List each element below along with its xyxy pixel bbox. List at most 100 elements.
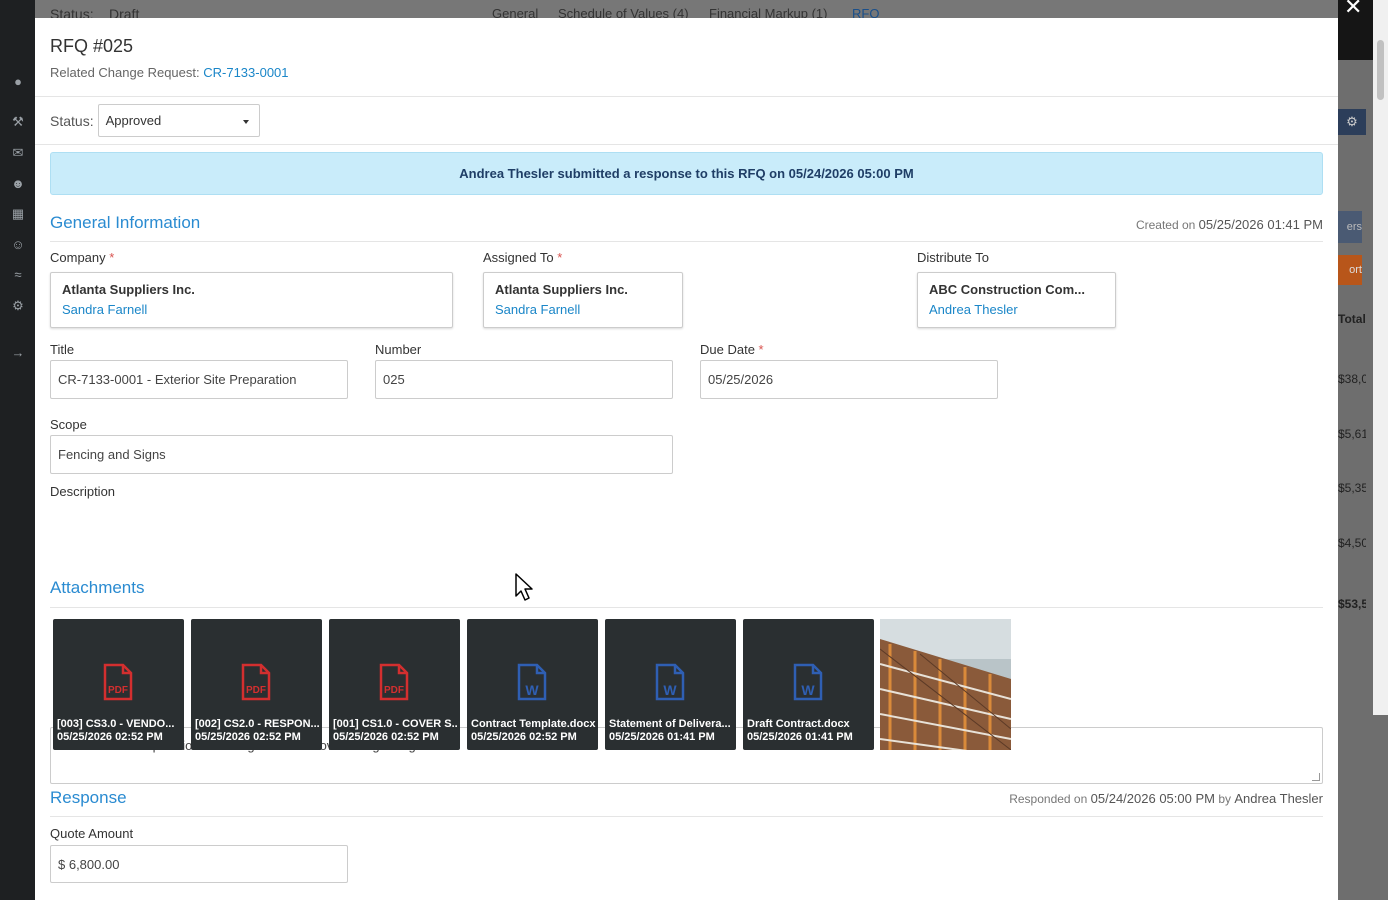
response-alert: Andrea Thesler submitted a response to t… xyxy=(50,152,1323,195)
modal-header: RFQ #025 Related Change Request: CR-7133… xyxy=(35,18,1338,97)
created-prefix: Created on xyxy=(1135,218,1196,232)
word-file-icon: W xyxy=(655,663,685,701)
quote-amount-input[interactable]: $ 6,800.00 xyxy=(50,845,348,883)
pdf-file-icon: PDF xyxy=(103,663,133,701)
created-value: 05/25/2026 01:41 PM xyxy=(1198,217,1323,232)
caret-down-icon xyxy=(242,120,249,124)
distribute-name: ABC Construction Com... xyxy=(929,282,1085,297)
close-modal-icon[interactable]: ✕ xyxy=(1344,0,1362,18)
word-file-icon: W xyxy=(517,663,547,701)
svg-text:PDF: PDF xyxy=(246,685,266,696)
word-file-icon: W xyxy=(793,663,823,701)
attachment-name: Statement of Delivera... xyxy=(609,718,731,730)
responded-prefix: Responded on xyxy=(1009,792,1088,806)
attachment-tile[interactable]: PDF [002] CS2.0 - RESPON... 05/25/2026 0… xyxy=(191,619,322,750)
due-date-label: Due Date * xyxy=(700,342,764,357)
assigned-to-label: Assigned To * xyxy=(483,250,563,265)
due-date-input[interactable]: 05/25/2026 xyxy=(700,360,998,399)
distribute-contact-link[interactable]: Andrea Thesler xyxy=(929,302,1104,317)
status-select[interactable]: Approved xyxy=(97,104,260,137)
status-label: Status: xyxy=(50,112,94,129)
number-input[interactable]: 025 xyxy=(375,360,673,399)
company-contact-link[interactable]: Sandra Farnell xyxy=(62,302,441,317)
description-label: Description xyxy=(50,484,116,499)
response-header: Response Responded on 05/24/2026 05:00 P… xyxy=(50,788,1323,817)
related-change-request: Related Change Request: CR-7133-0001 xyxy=(50,65,1323,80)
attachment-name: [003] CS3.0 - VENDO... xyxy=(57,718,175,730)
location-icon[interactable]: ● xyxy=(10,74,26,90)
attachment-tile[interactable]: PDF [003] CS3.0 - VENDO... 05/25/2026 02… xyxy=(53,619,184,750)
attachment-tile[interactable]: W Contract Template.docx 05/25/2026 02:5… xyxy=(467,619,598,750)
related-label: Related Change Request: xyxy=(50,65,200,80)
bg-cell: $5,35 xyxy=(1338,481,1366,495)
background-right-pane: ⚙ ers ort Total $38,0 $5,61 $5,35 $4,50 … xyxy=(1338,0,1388,900)
title-input[interactable]: CR-7133-0001 - Exterior Site Preparation xyxy=(50,360,348,399)
rfq-modal: RFQ #025 Related Change Request: CR-7133… xyxy=(35,18,1338,900)
attachments-header: Attachments xyxy=(50,578,1323,608)
attachment-tile[interactable]: W Statement of Delivera... 05/25/2026 01… xyxy=(605,619,736,750)
general-info-header: General Information Created on 05/25/202… xyxy=(50,213,1323,242)
number-label: Number xyxy=(375,342,422,357)
status-row: Status: Approved xyxy=(35,97,1338,145)
attachment-date: 05/25/2026 02:52 PM xyxy=(333,731,439,743)
svg-text:W: W xyxy=(525,682,539,698)
attachment-date: 05/25/2026 01:41 PM xyxy=(609,731,715,743)
attachment-date: 05/25/2026 02:52 PM xyxy=(57,731,163,743)
attachment-name: Contract Template.docx xyxy=(471,718,596,730)
calendar-icon[interactable]: ▦ xyxy=(10,206,26,222)
attachments-heading: Attachments xyxy=(50,578,145,597)
users-icon[interactable]: ☻ xyxy=(10,176,26,192)
attachment-tile[interactable]: W Draft Contract.docx 05/25/2026 01:41 P… xyxy=(743,619,874,750)
assigned-to-card[interactable]: Atlanta Suppliers Inc. Sandra Farnell xyxy=(483,272,683,328)
logout-icon[interactable]: → xyxy=(10,345,26,361)
company-card[interactable]: Atlanta Suppliers Inc. Sandra Farnell xyxy=(50,272,453,328)
svg-text:PDF: PDF xyxy=(108,685,128,696)
attachment-photo-thumbnail[interactable] xyxy=(880,619,1011,750)
attachment-date: 05/25/2026 02:52 PM xyxy=(471,731,577,743)
svg-text:W: W xyxy=(663,682,677,698)
attachment-date: 05/25/2026 02:52 PM xyxy=(195,731,301,743)
mouse-cursor-icon xyxy=(515,573,533,601)
bg-scrollbar-thumb[interactable] xyxy=(1377,40,1384,100)
resize-handle-icon[interactable] xyxy=(1312,773,1320,781)
bg-cell-total: $53,5 xyxy=(1338,597,1366,611)
attachment-name: [002] CS2.0 - RESPON... xyxy=(195,718,320,730)
by-prefix: by xyxy=(1218,792,1231,806)
bg-settings-icon[interactable]: ⚙ xyxy=(1338,109,1366,135)
attachment-tile[interactable]: PDF [001] CS1.0 - COVER S... 05/25/2026 … xyxy=(329,619,460,750)
assigned-name: Atlanta Suppliers Inc. xyxy=(495,282,628,297)
background-header: Status: Draft General Schedule of Values… xyxy=(35,0,1388,22)
hammer-icon[interactable]: ⚒ xyxy=(10,114,26,130)
pdf-file-icon: PDF xyxy=(241,663,271,701)
svg-text:W: W xyxy=(801,682,815,698)
chart-icon[interactable]: ≈ xyxy=(10,267,26,283)
bg-cell: $38,0 xyxy=(1338,372,1366,386)
bg-button-ers[interactable]: ers xyxy=(1338,211,1362,243)
distribute-to-label: Distribute To xyxy=(917,250,990,265)
attachment-name: Draft Contract.docx xyxy=(747,718,850,730)
construction-photo xyxy=(880,619,1011,750)
responded-on: Responded on 05/24/2026 05:00 PM by Andr… xyxy=(1009,791,1323,806)
assigned-contact-link[interactable]: Sandra Farnell xyxy=(495,302,671,317)
gear-icon[interactable]: ⚙ xyxy=(10,298,26,314)
pdf-file-icon: PDF xyxy=(379,663,409,701)
distribute-to-card[interactable]: ABC Construction Com... Andrea Thesler xyxy=(917,272,1116,328)
company-name: Atlanta Suppliers Inc. xyxy=(62,282,195,297)
quote-amount-label: Quote Amount xyxy=(50,826,134,841)
attachment-name: [001] CS1.0 - COVER S... xyxy=(333,718,458,730)
bg-cell: $5,61 xyxy=(1338,427,1366,441)
status-select-value: Approved xyxy=(105,113,162,128)
company-label: Company * xyxy=(50,250,115,265)
bg-scrollbar[interactable] xyxy=(1373,0,1388,715)
mail-icon[interactable]: ✉ xyxy=(10,145,26,161)
bg-cell: $4,50 xyxy=(1338,536,1366,550)
responded-by: Andrea Thesler xyxy=(1234,791,1323,806)
contacts-icon[interactable]: ☺ xyxy=(10,237,26,253)
background-sidebar: ● ⚒ ✉ ☻ ▦ ☺ ≈ ⚙ → xyxy=(0,0,35,900)
bg-button-export[interactable]: ort xyxy=(1338,255,1362,285)
scope-input[interactable]: Fencing and Signs xyxy=(50,435,673,474)
related-change-request-link[interactable]: CR-7133-0001 xyxy=(203,65,288,80)
responded-value: 05/24/2026 05:00 PM xyxy=(1090,791,1215,806)
attachment-date: 05/25/2026 01:41 PM xyxy=(747,731,853,743)
title-label: Title xyxy=(50,342,75,357)
